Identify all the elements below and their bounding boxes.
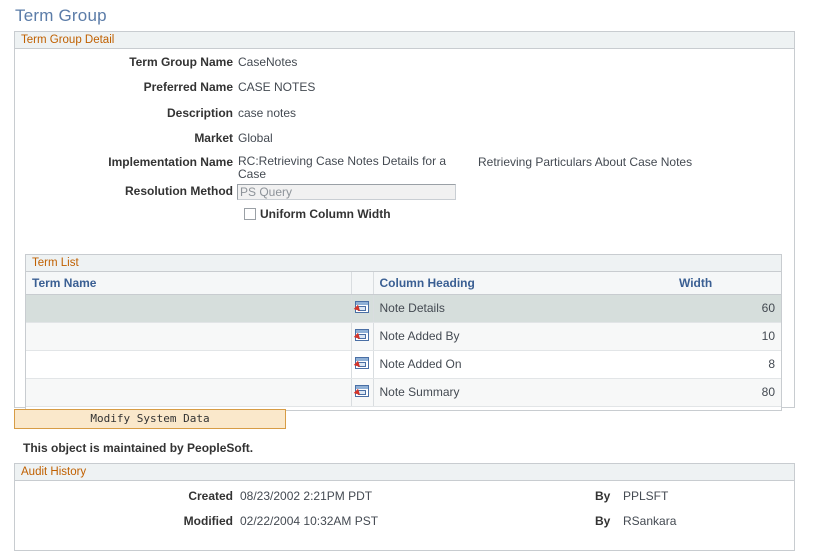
cell-icon[interactable] bbox=[350, 322, 374, 351]
cell-icon[interactable] bbox=[350, 350, 374, 379]
audit-history-header: Audit History bbox=[15, 464, 794, 481]
audit-modified-value: 02/22/2004 10:32AM PST bbox=[240, 514, 379, 528]
term-group-detail-body: Term Group Name CaseNotes Preferred Name… bbox=[15, 49, 794, 424]
audit-created-value: 08/23/2002 2:21PM PDT bbox=[240, 489, 373, 503]
term-list-panel: Term List Term Name Column Heading Width bbox=[25, 254, 782, 411]
field-label-description: Description bbox=[166, 106, 233, 120]
term-list-body: Note Details 60 Note Added By 10 Note Ad… bbox=[26, 294, 781, 407]
audit-created-label: Created bbox=[188, 489, 233, 503]
table-row[interactable]: Note Details 60 bbox=[26, 294, 781, 323]
uniform-column-width-label: Uniform Column Width bbox=[260, 207, 391, 221]
field-market: Market Global bbox=[15, 131, 775, 151]
cell-width: 80 bbox=[673, 378, 781, 407]
cell-term-name bbox=[26, 378, 351, 407]
cell-width: 60 bbox=[673, 294, 781, 323]
cell-term-name bbox=[26, 322, 351, 351]
cell-column-heading: Note Summary bbox=[373, 378, 673, 407]
column-header-width[interactable]: Width bbox=[673, 272, 781, 295]
uniform-column-width-row: Uniform Column Width bbox=[244, 207, 391, 221]
table-row[interactable]: Note Added On 8 bbox=[26, 350, 781, 379]
audit-history-panel: Audit History Created 08/23/2002 2:21PM … bbox=[14, 463, 795, 551]
uniform-column-width-checkbox[interactable] bbox=[244, 208, 256, 220]
resolution-method-input[interactable] bbox=[237, 184, 456, 200]
field-label-implementation-name: Implementation Name bbox=[108, 155, 233, 169]
table-row[interactable]: Note Summary 80 bbox=[26, 378, 781, 407]
audit-modified-row: Modified 02/22/2004 10:32AM PST By RSank… bbox=[15, 514, 794, 532]
field-resolution-method: Resolution Method bbox=[15, 184, 775, 204]
field-value-market: Global bbox=[238, 131, 273, 145]
page-title: Term Group bbox=[15, 6, 107, 25]
modify-system-data-button[interactable]: Modify System Data bbox=[14, 409, 286, 429]
cell-column-heading: Note Details bbox=[373, 294, 673, 323]
cell-width: 10 bbox=[673, 322, 781, 351]
cell-column-heading: Note Added On bbox=[373, 350, 673, 379]
field-description: Description case notes bbox=[15, 106, 775, 126]
column-header-icon bbox=[350, 272, 374, 295]
related-content-icon[interactable] bbox=[353, 301, 369, 314]
field-value-description: case notes bbox=[238, 106, 297, 120]
term-list-header: Term List bbox=[26, 255, 781, 272]
field-value-term-group-name: CaseNotes bbox=[238, 55, 298, 69]
field-value-preferred-name: CASE NOTES bbox=[238, 80, 316, 94]
term-group-detail-panel: Term Group Detail Term Group Name CaseNo… bbox=[14, 31, 795, 411]
column-header-column-heading[interactable]: Column Heading bbox=[373, 272, 673, 295]
audit-modified-by-label: By bbox=[595, 514, 611, 528]
maintained-by-note: This object is maintained by PeopleSoft. bbox=[23, 441, 254, 455]
field-term-group-name: Term Group Name CaseNotes bbox=[15, 55, 775, 75]
cell-term-name bbox=[26, 350, 351, 379]
audit-modified-by-value: RSankara bbox=[623, 514, 677, 528]
audit-modified-label: Modified bbox=[183, 514, 233, 528]
field-value-implementation-name: RC:Retrieving Case Notes Details for a C… bbox=[238, 154, 447, 181]
field-label-term-group-name: Term Group Name bbox=[129, 55, 233, 69]
field-value-implementation-description: Retrieving Particulars About Case Notes bbox=[478, 155, 693, 169]
cell-icon[interactable] bbox=[350, 294, 374, 323]
table-header-row: Term Name Column Heading Width bbox=[26, 272, 781, 295]
audit-created-row: Created 08/23/2002 2:21PM PDT By PPLSFT bbox=[15, 489, 794, 507]
related-content-icon[interactable] bbox=[353, 357, 369, 370]
field-label-market: Market bbox=[194, 131, 233, 145]
cell-icon[interactable] bbox=[350, 378, 374, 407]
audit-created-by-value: PPLSFT bbox=[623, 489, 669, 503]
field-preferred-name: Preferred Name CASE NOTES bbox=[15, 80, 775, 100]
related-content-icon[interactable] bbox=[353, 329, 369, 342]
field-label-resolution-method: Resolution Method bbox=[125, 184, 233, 198]
related-content-icon[interactable] bbox=[353, 385, 369, 398]
field-label-preferred-name: Preferred Name bbox=[143, 80, 233, 94]
term-group-detail-header: Term Group Detail bbox=[15, 32, 794, 49]
cell-column-heading: Note Added By bbox=[373, 322, 673, 351]
audit-created-by-label: By bbox=[595, 489, 611, 503]
table-row[interactable]: Note Added By 10 bbox=[26, 322, 781, 351]
field-implementation-name: Implementation Name RC:Retrieving Case N… bbox=[15, 155, 775, 183]
column-header-term-name[interactable]: Term Name bbox=[26, 272, 351, 295]
cell-term-name bbox=[26, 294, 351, 323]
term-list-table: Term Name Column Heading Width Note Deta… bbox=[26, 272, 781, 407]
cell-width: 8 bbox=[673, 350, 781, 379]
